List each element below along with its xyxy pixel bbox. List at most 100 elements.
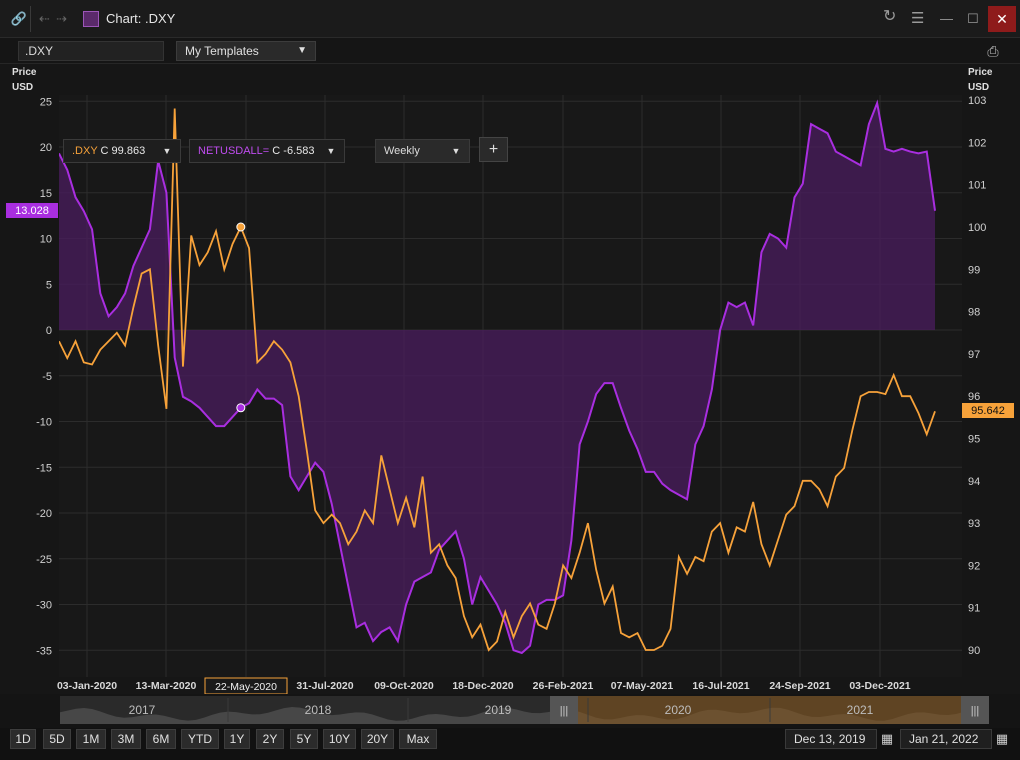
dropdown-arrow-icon[interactable]: ▼ [160,140,174,162]
left-axis: 25 20 15 10 5 0 -5 -10 -15 -20 -25 -30 -35 Price USD [12,67,52,657]
x-tick-label: 16-Jul-2021 [692,680,749,692]
interval-label: Weekly [384,145,420,157]
left-tick-label: -15 [36,462,52,474]
x-axis: 03-Jan-2020 13-Mar-2020 31-Jul-2020 09-Oct-… [57,680,911,692]
right-tick-label: 92 [968,560,980,572]
dxy-legend[interactable]: .DXY C 99.863 ▼ [63,139,181,163]
right-tick-label: 91 [968,603,980,615]
range-button-10y[interactable]: 10Y [323,729,356,749]
left-tick-label: -10 [36,417,52,429]
left-tick-label: -20 [36,508,52,520]
right-tick-label: 98 [968,307,980,319]
left-axis-title: Price [12,67,37,78]
right-tick-label: 101 [968,180,986,192]
end-date-field[interactable]: Jan 21, 2022 [900,729,992,749]
maximize-icon[interactable]: ☐ [967,10,979,28]
left-axis-unit: USD [12,82,33,93]
x-tick-label: 26-Feb-2021 [533,680,594,692]
dxy-cursor-dot [236,222,246,232]
left-tick-label: 20 [40,142,52,154]
navigator-canvas[interactable]: ||| ||| 2017 2018 2019 2020 2021 [0,694,1020,728]
range-bar: 1D 5D 1M 3M 6M YTD 1Y 2Y 5Y 10Y 20Y Max Dec 13, 201… [0,728,1020,760]
range-button-1m[interactable]: 1M [76,729,106,749]
right-tick-label: 94 [968,476,980,488]
range-button-max[interactable]: Max [399,729,437,749]
dropdown-arrow-icon: ▼ [297,45,307,56]
x-tick-label: 07-May-2021 [611,680,674,692]
svg-text:|||: ||| [560,705,569,717]
print-icon[interactable]: ⎙ [982,41,1004,61]
x-tick-label: 03-Dec-2021 [849,680,910,692]
dropdown-arrow-icon[interactable]: ▼ [324,140,338,162]
right-tick-label: 96 [968,391,980,403]
range-button-2y[interactable]: 2Y [256,729,284,749]
navigator-year-label: 2021 [847,703,874,717]
x-tick-label: 24-Sep-2021 [769,680,830,692]
calendar-icon[interactable]: ▦ [992,729,1012,749]
range-button-3m[interactable]: 3M [111,729,141,749]
right-tick-label: 95 [968,434,980,446]
left-tick-label: 5 [46,279,52,291]
link-icon[interactable]: 🔗 [10,10,28,28]
refresh-icon[interactable]: ↻ [883,8,896,26]
chart-toolbar: .DXY My Templates ▼ ⎙ [0,38,1020,64]
navigator-year-label: 2019 [485,703,512,717]
range-button-5y[interactable]: 5Y [290,729,318,749]
right-tick-label: 99 [968,264,980,276]
right-last-value-text: 95.642 [971,405,1005,417]
time-navigator[interactable]: ||| ||| 2017 2018 2019 2020 2021 [0,694,1020,728]
right-tick-label: 103 [968,95,986,107]
dxy-legend-value: C 99.863 [100,145,146,157]
window-title: Chart: .DXY [106,11,176,26]
range-button-6m[interactable]: 6M [146,729,176,749]
right-tick-label: 102 [968,137,986,149]
svg-text:|||: ||| [971,705,980,717]
divider [30,6,31,32]
x-tick-label: 09-Oct-2020 [374,680,434,692]
netusdall-legend[interactable]: NETUSDALL= C -6.583 ▼ [189,139,345,163]
net-legend-value: C -6.583 [272,145,315,157]
right-axis: 103 102 101 100 99 98 97 96 95 94 93 92 91 90 Price USD [968,67,993,657]
menu-icon[interactable]: ☰ [911,10,924,28]
add-series-button[interactable]: + [479,137,508,162]
interval-dropdown[interactable]: Weekly ▼ [375,139,470,163]
close-button[interactable]: ✕ [988,6,1016,32]
netusdall-cursor-dot [236,403,246,413]
x-tick-label: 18-Dec-2020 [452,680,513,692]
left-tick-label: -5 [42,371,52,383]
templates-dropdown[interactable]: My Templates ▼ [176,41,316,61]
range-button-1d[interactable]: 1D [10,729,36,749]
left-tick-label: -35 [36,645,52,657]
left-tick-label: 0 [46,325,52,337]
calendar-icon[interactable]: ▦ [877,729,897,749]
start-date-field[interactable]: Dec 13, 2019 [785,729,877,749]
navigator-year-label: 2017 [129,703,156,717]
x-tick-label: 13-Mar-2020 [136,680,197,692]
cursor-date-text: 22-May-2020 [215,681,277,693]
minimize-icon[interactable]: — [940,10,953,28]
chart-app-icon [83,11,99,27]
x-tick-label: 03-Jan-2020 [57,680,117,692]
left-tick-label: -25 [36,554,52,566]
chart-panel[interactable]: 25 20 15 10 5 0 -5 -10 -15 -20 -25 -30 -35 Price USD 1… [0,64,1020,694]
range-button-20y[interactable]: 20Y [361,729,394,749]
navigator-year-label: 2018 [305,703,332,717]
right-tick-label: 97 [968,349,980,361]
range-button-ytd[interactable]: YTD [181,729,219,749]
left-tick-label: -30 [36,600,52,612]
title-bar: 🔗 ⇠ ⇢ Chart: .DXY ↻ ☰ — ☐ ✕ [0,0,1020,38]
dropdown-arrow-icon: ▼ [451,146,461,156]
navigator-year-label: 2020 [665,703,692,717]
forward-arrow-icon[interactable]: ⇢ [56,10,67,28]
range-button-5d[interactable]: 5D [43,729,71,749]
dxy-legend-name: .DXY [72,145,98,157]
left-tick-label: 15 [40,188,52,200]
ric-input[interactable]: .DXY [18,41,164,61]
back-arrow-icon[interactable]: ⇠ [39,10,50,28]
right-tick-label: 90 [968,645,980,657]
right-tick-label: 100 [968,222,986,234]
left-last-value-text: 13.028 [15,205,49,217]
right-tick-label: 93 [968,518,980,530]
left-tick-label: 10 [40,234,52,246]
range-button-1y[interactable]: 1Y [224,729,250,749]
